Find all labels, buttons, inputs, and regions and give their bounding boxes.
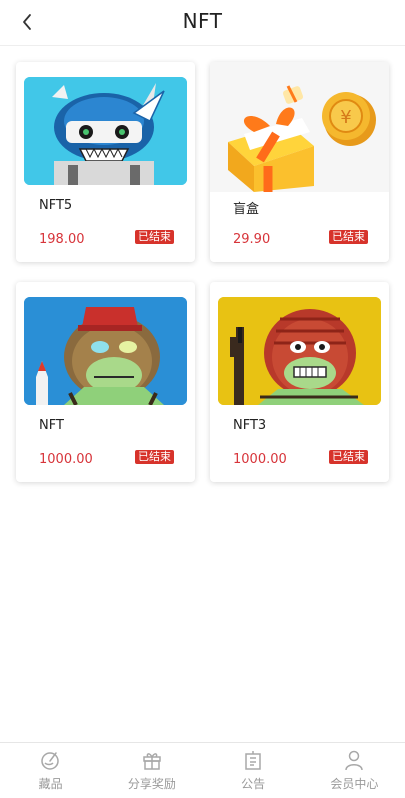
zombie-ape-fez-illustration bbox=[24, 297, 187, 405]
product-name: 盲盒 bbox=[233, 202, 260, 217]
tab-member-center[interactable]: 会员中心 bbox=[304, 743, 405, 798]
product-card[interactable]: NFT 1000.00 已结束 bbox=[16, 282, 195, 482]
product-image bbox=[24, 297, 187, 405]
product-card[interactable]: NFT3 1000.00 已结束 bbox=[210, 282, 389, 482]
svg-text:¥: ¥ bbox=[340, 107, 351, 128]
tab-label: 会员中心 bbox=[330, 777, 379, 791]
product-name: NFT bbox=[39, 418, 64, 433]
product-price: 198.00 bbox=[39, 232, 85, 247]
collection-icon bbox=[40, 752, 59, 770]
product-image bbox=[24, 77, 187, 185]
product-card[interactable]: ¥ 盲盒 29.90 已结束 bbox=[210, 62, 389, 262]
status-badge: 已结束 bbox=[135, 450, 174, 464]
tab-share-rewards[interactable]: 分享奖励 bbox=[101, 743, 202, 798]
tab-notice[interactable]: 公告 bbox=[203, 743, 304, 798]
status-badge: 已结束 bbox=[135, 230, 174, 244]
gift-icon bbox=[143, 753, 161, 770]
product-price: 1000.00 bbox=[233, 452, 287, 467]
armored-robot-illustration bbox=[24, 77, 187, 185]
tab-collection[interactable]: 藏品 bbox=[0, 743, 101, 798]
product-card[interactable]: NFT5 198.00 已结束 bbox=[16, 62, 195, 262]
zombie-ape-rifle-illustration bbox=[218, 297, 381, 405]
product-price: 29.90 bbox=[233, 232, 271, 247]
status-badge: 已结束 bbox=[329, 230, 368, 244]
product-image: ¥ bbox=[210, 62, 389, 192]
tab-label: 公告 bbox=[241, 777, 266, 791]
tab-label: 分享奖励 bbox=[127, 777, 176, 791]
user-icon bbox=[345, 750, 364, 771]
page-title: NFT bbox=[182, 9, 223, 33]
tab-label: 藏品 bbox=[38, 777, 63, 791]
status-badge: 已结束 bbox=[329, 450, 368, 464]
product-image bbox=[218, 297, 381, 405]
app-header: NFT bbox=[0, 0, 405, 46]
product-name: NFT3 bbox=[233, 418, 267, 433]
bottom-tab-bar: 藏品 分享奖励 公告 会员中心 bbox=[0, 742, 405, 798]
gift-box-illustration: ¥ bbox=[210, 62, 389, 192]
product-name: NFT5 bbox=[39, 198, 73, 213]
notice-icon bbox=[245, 751, 261, 770]
product-price: 1000.00 bbox=[39, 452, 93, 467]
